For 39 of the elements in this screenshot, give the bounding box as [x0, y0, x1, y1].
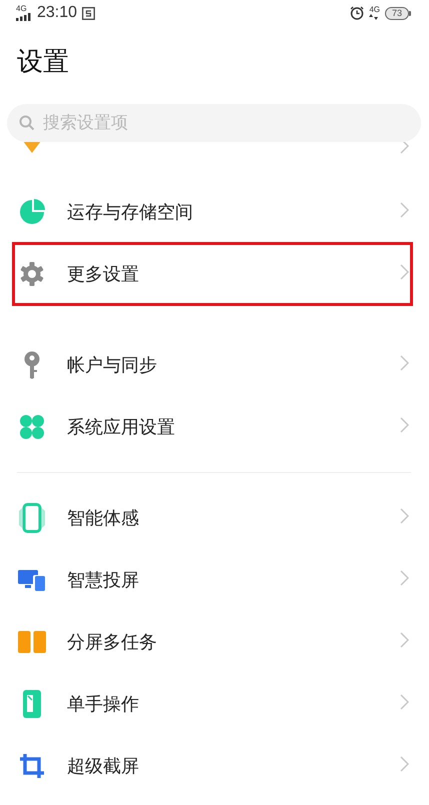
notification-icon — [82, 6, 96, 20]
key-icon — [22, 351, 42, 379]
chevron-right-icon — [400, 570, 409, 586]
chevron-right-icon — [400, 264, 409, 280]
phone-outline-icon — [19, 503, 45, 533]
chevron-right-icon — [400, 142, 409, 154]
settings-item[interactable]: 智慧投屏 — [0, 549, 429, 611]
chevron-right-icon — [400, 202, 409, 218]
clover-icon — [19, 414, 45, 440]
settings-item[interactable]: 智能体感 — [0, 487, 429, 549]
gear-icon — [19, 261, 45, 287]
data-arrows-icon — [369, 14, 380, 20]
pie-chart-icon — [19, 199, 45, 225]
split-screen-icon — [18, 631, 46, 653]
settings-item[interactable]: 单手操作 — [0, 673, 429, 735]
alarm-icon — [350, 6, 364, 20]
network-type: 4G — [369, 6, 380, 14]
settings-item[interactable]: 帐户与同步 — [0, 334, 429, 396]
settings-item[interactable]: 分屏多任务 — [0, 611, 429, 673]
crop-icon — [19, 753, 45, 779]
settings-item[interactable]: 运存与存储空间 — [0, 181, 429, 243]
settings-item[interactable]: 超级截屏 — [0, 735, 429, 797]
screens-icon — [18, 568, 46, 592]
chevron-right-icon — [400, 355, 409, 371]
chevron-right-icon — [400, 417, 409, 433]
network-type: 4G — [16, 5, 27, 13]
clock-time: 23:10 — [37, 4, 78, 22]
chevron-right-icon — [400, 756, 409, 772]
battery-level: 73 — [384, 6, 409, 20]
settings-item[interactable]: 系统应用设置 — [0, 396, 429, 458]
search-icon — [19, 115, 35, 131]
chevron-right-icon — [400, 694, 409, 710]
page-title: 设置 — [16, 46, 70, 79]
search-field[interactable]: 搜索设置项 — [7, 104, 421, 142]
one-hand-phone-icon — [22, 690, 42, 718]
settings-item[interactable]: 更多设置 — [0, 243, 429, 305]
signal-icon — [16, 13, 32, 21]
chevron-right-icon — [400, 632, 409, 648]
chevron-right-icon — [400, 508, 409, 524]
